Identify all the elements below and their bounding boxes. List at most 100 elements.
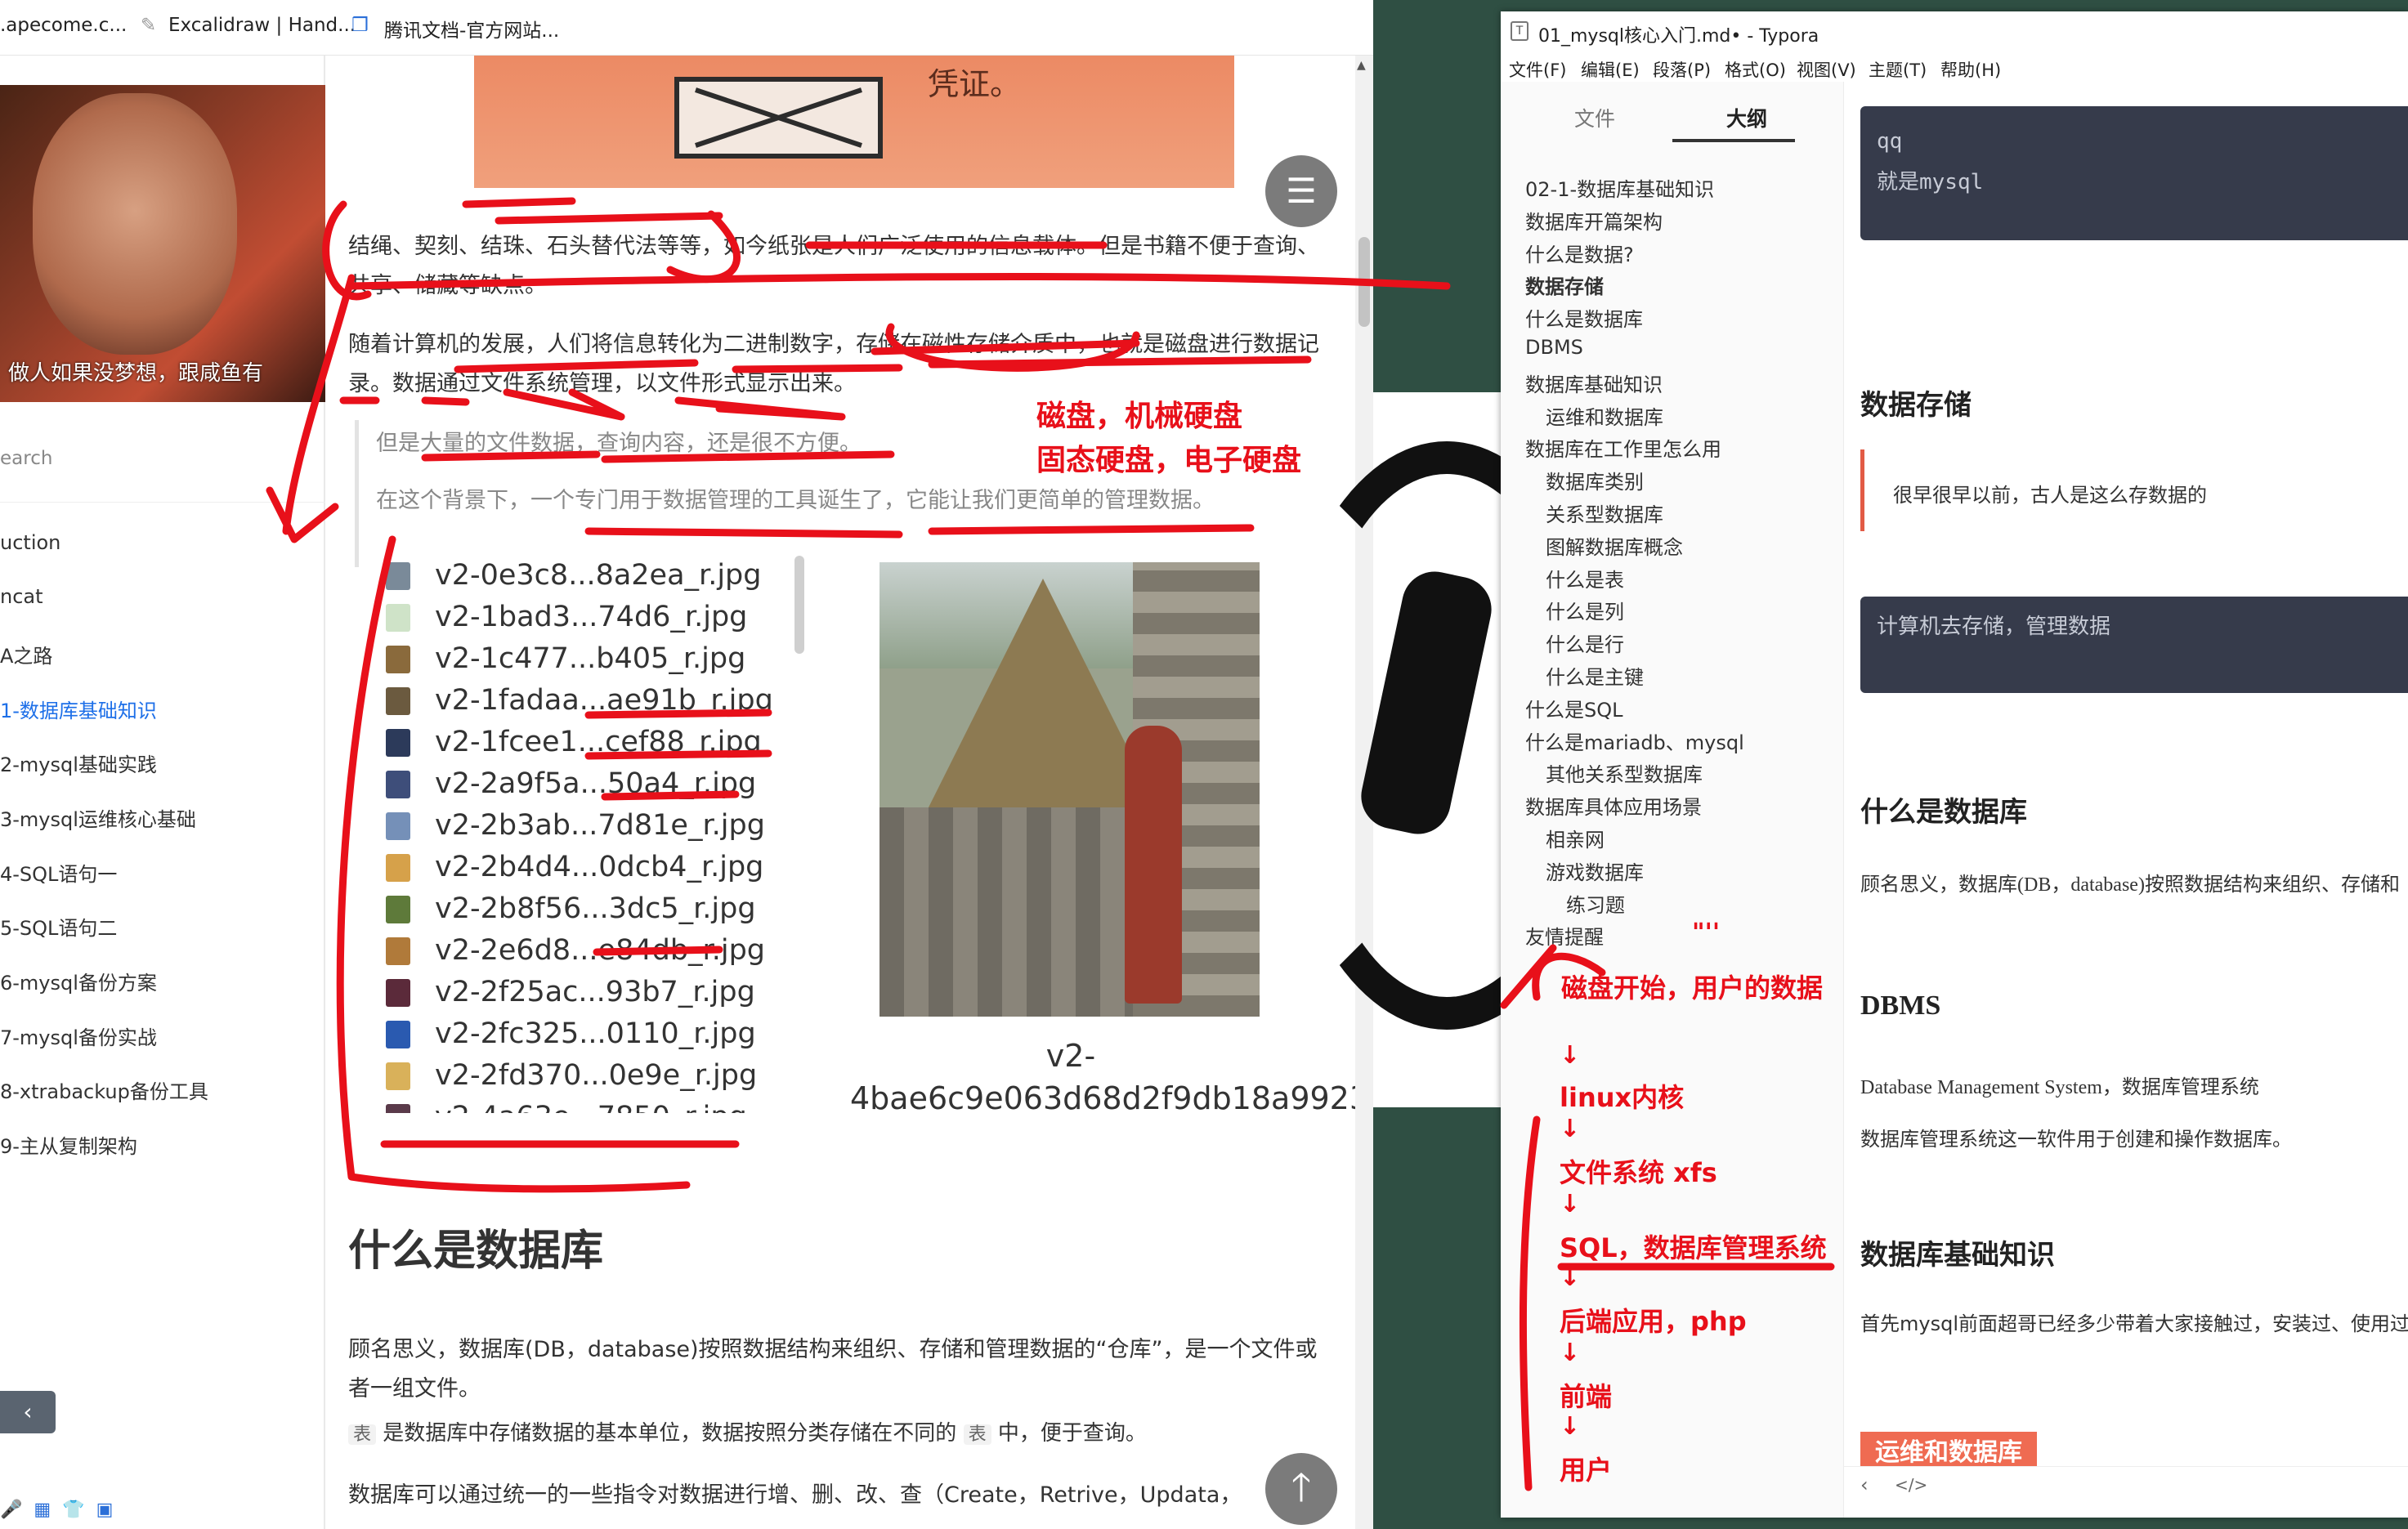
menu-file[interactable]: 文件(F) (1509, 57, 1566, 82)
bookmark-apecome[interactable]: .apecome.c... (0, 15, 127, 36)
paragraph-db-basics: 首先mysql前面超哥已经多少带着大家接触过，安装过、使用过 (1860, 1312, 2408, 1335)
outline-item[interactable]: 游戏数据库 (1546, 856, 1644, 885)
image-file-icon (386, 854, 410, 882)
outline-item[interactable]: 数据库开篇架构 (1525, 206, 1663, 235)
outline-item[interactable]: 数据库在工作里怎么用 (1525, 433, 1721, 462)
file-list-scrollbar[interactable] (794, 556, 804, 654)
file-list-item[interactable]: v2-4a63e...7850_r.jpg (379, 1098, 804, 1113)
file-list-item[interactable]: v2-2fd370...0e9e_r.jpg (379, 1056, 804, 1097)
quote-line-1: 但是大量的文件数据，查询内容，还是很不方便。 (376, 431, 862, 456)
outline-item[interactable]: 什么是mariadb、mysql (1525, 726, 1744, 755)
scroll-up-arrow-icon[interactable]: ▲ (1357, 59, 1366, 72)
sidebar-item-xtrabackup[interactable]: 8-xtrabackup备份工具 (0, 1075, 208, 1104)
outline-item[interactable]: 图解数据库概念 (1546, 531, 1683, 560)
outline-item[interactable]: 数据库基础知识 (1525, 369, 1663, 397)
file-list[interactable]: v2-0e3c8...8a2ea_r.jpg v2-1bad3...74d6_r.… (379, 556, 804, 1113)
annotation-frontend: 前端 (1560, 1381, 1613, 1412)
outline-item[interactable]: 关系型数据库 (1546, 498, 1663, 527)
file-list-item[interactable]: v2-2b8f56...3dc5_r.jpg (379, 889, 804, 930)
outline-item[interactable]: 什么是SQL (1525, 694, 1623, 722)
code-block-qq[interactable]: qq 就是mysql (1860, 106, 2408, 240)
file-list-item[interactable]: v2-2e6d8...e84db_r.jpg (379, 931, 804, 972)
outline-item[interactable]: 数据库具体应用场景 (1525, 791, 1702, 820)
file-name: v2-2b3ab...7d81e_r.jpg (435, 809, 765, 842)
outline-item[interactable]: 什么是数据? (1525, 239, 1634, 267)
code-line: qq (1877, 129, 1903, 154)
file-list-item[interactable]: v2-2a9f5a...50a4_r.jpg (379, 764, 804, 805)
file-list-item[interactable]: v2-2b4d4...0dcb4_r.jpg (379, 847, 804, 888)
code-block-storage[interactable]: 计算机去存储，管理数据 (1860, 597, 2408, 693)
tencent-docs-icon: ❒ (351, 15, 369, 36)
menu-edit[interactable]: 编辑(E) (1581, 57, 1640, 82)
back-to-top-button[interactable]: 🡑 (1265, 1453, 1337, 1525)
menu-paragraph[interactable]: 段落(P) (1653, 57, 1711, 82)
file-list-item[interactable]: v2-2f25ac...93b7_r.jpg (379, 972, 804, 1013)
article-content: 凭证。 ☰ 结绳、契刻、结珠、石头替代法等等，如今纸张是人们广泛使用的信息载体。… (327, 56, 1355, 1529)
paragraph-table-text-a: 是数据库中存储数据的基本单位，数据按照分类存储在不同的 (383, 1421, 957, 1446)
outline-item[interactable]: 什么是行 (1546, 628, 1624, 657)
sidebar-item-db-basics[interactable]: 1-数据库基础知识 (0, 695, 157, 723)
sidebar-item-path[interactable]: A之路 (0, 640, 52, 668)
sidebar-item-backup-practice[interactable]: 7-mysql备份实战 (0, 1022, 157, 1050)
sidebar-collapse-button[interactable]: ‹ (0, 1391, 56, 1433)
paragraph-crud: 数据库可以通过统一的一些指令对数据进行增、删、改、查（Create，Retriv… (348, 1482, 1242, 1508)
outline-item[interactable]: 02-1-数据库基础知识 (1525, 173, 1714, 202)
annotation-arrow-icon: ↓ (1560, 1263, 1581, 1292)
page-scrollbar-thumb[interactable] (1358, 237, 1370, 327)
outline-item[interactable]: 其他关系型数据库 (1546, 758, 1703, 787)
outline-item[interactable]: 什么是主键 (1546, 661, 1644, 690)
excalidraw-icon: ✎ (141, 15, 157, 36)
sidebar-item-mysql-ops[interactable]: 3-mysql运维核心基础 (0, 803, 196, 832)
typora-titlebar: T 01_mysql核心入门.md• - Typora (1501, 11, 2408, 52)
outline-item[interactable]: 什么是数据库 (1525, 303, 1643, 332)
file-list-item[interactable]: v2-1fcee1...cef88_r.jpg (379, 722, 804, 763)
file-name: v2-2f25ac...93b7_r.jpg (435, 976, 755, 1008)
bookmark-excalidraw[interactable]: Excalidraw | Hand... (168, 15, 356, 36)
sidebar-item-ncat[interactable]: ncat (0, 585, 43, 608)
taskbar-tray-icons[interactable]: 🎤▦👕▣ (0, 1500, 124, 1520)
sidebar-item-sql-2[interactable]: 5-SQL语句二 (0, 912, 117, 941)
file-list-item[interactable]: v2-1c477...b405_r.jpg (379, 639, 804, 680)
tab-files[interactable]: 文件 (1574, 103, 1615, 132)
annotation-disk-2: 固态硬盘，电子硬盘 (1036, 444, 1302, 477)
bookmark-tencent-docs[interactable]: 腾讯文档-官方网站... (384, 15, 559, 42)
file-list-item[interactable]: v2-2fc325...0110_r.jpg (379, 1014, 804, 1055)
menu-format[interactable]: 格式(O) (1725, 57, 1786, 82)
file-list-item[interactable]: v2-0e3c8...8a2ea_r.jpg (379, 556, 804, 597)
annotation-user: 用户 (1560, 1455, 1613, 1486)
outline-item[interactable]: 练习题 (1566, 889, 1625, 918)
bookmarks-bar: .apecome.c... ✎ Excalidraw | Hand... ❒ 腾… (0, 0, 1373, 56)
sidebar-item-sql-1[interactable]: 4-SQL语句一 (0, 858, 117, 887)
typora-editor[interactable]: qq 就是mysql 数据存储 很早很早以前，古人是这么存数据的 计算机去存储，… (1844, 82, 2408, 1466)
tab-outline[interactable]: 大纲 (1726, 103, 1767, 132)
file-list-item[interactable]: v2-2b3ab...7d81e_r.jpg (379, 806, 804, 847)
outline-item[interactable]: 数据库类别 (1546, 466, 1644, 494)
browser-window: .apecome.c... ✎ Excalidraw | Hand... ❒ 腾… (0, 0, 1373, 1529)
sidebar-item-replication[interactable]: 9-主从复制架构 (0, 1130, 137, 1159)
sidebar-item-introduction[interactable]: uction (0, 531, 60, 554)
outline-item[interactable]: 相亲网 (1546, 824, 1605, 852)
outline-item[interactable]: 什么是表 (1546, 564, 1624, 592)
sidebar-search-input[interactable]: earch (0, 448, 52, 469)
outline-item[interactable]: 什么是列 (1546, 596, 1624, 624)
file-list-item[interactable]: v2-1bad3...74d6_r.jpg (379, 597, 804, 638)
inline-code-table-2: 表 (963, 1424, 991, 1445)
toggle-sidebar-button[interactable]: ‹ (1860, 1473, 1869, 1496)
outline-item[interactable]: 数据存储 (1525, 270, 1604, 299)
image-file-icon (386, 604, 410, 632)
menu-button[interactable]: ☰ (1265, 155, 1337, 227)
menu-help[interactable]: 帮助(H) (1940, 57, 2001, 82)
image-preview (880, 562, 1260, 1017)
outline-item[interactable]: 运维和数据库 (1546, 401, 1663, 430)
file-list-item[interactable]: v2-1fadaa...ae91b_r.jpg (379, 681, 804, 722)
menu-view[interactable]: 视图(V) (1797, 57, 1856, 82)
heading-dbms: DBMS (1860, 990, 1941, 1021)
source-mode-button[interactable]: </> (1895, 1475, 1927, 1495)
typora-window: T 01_mysql核心入门.md• - Typora 文件(F) 编辑(E) … (1501, 11, 2408, 1518)
outline-item[interactable]: 友情提醒 (1525, 921, 1604, 950)
sidebar-item-backup-plan[interactable]: 6-mysql备份方案 (0, 967, 157, 995)
menu-theme[interactable]: 主题(T) (1869, 57, 1927, 82)
sidebar-item-mysql-practice[interactable]: 2-mysql基础实践 (0, 749, 157, 777)
outline-item[interactable]: DBMS (1525, 336, 1583, 359)
annotation-disk-1: 磁盘，机械硬盘 (1036, 400, 1243, 433)
